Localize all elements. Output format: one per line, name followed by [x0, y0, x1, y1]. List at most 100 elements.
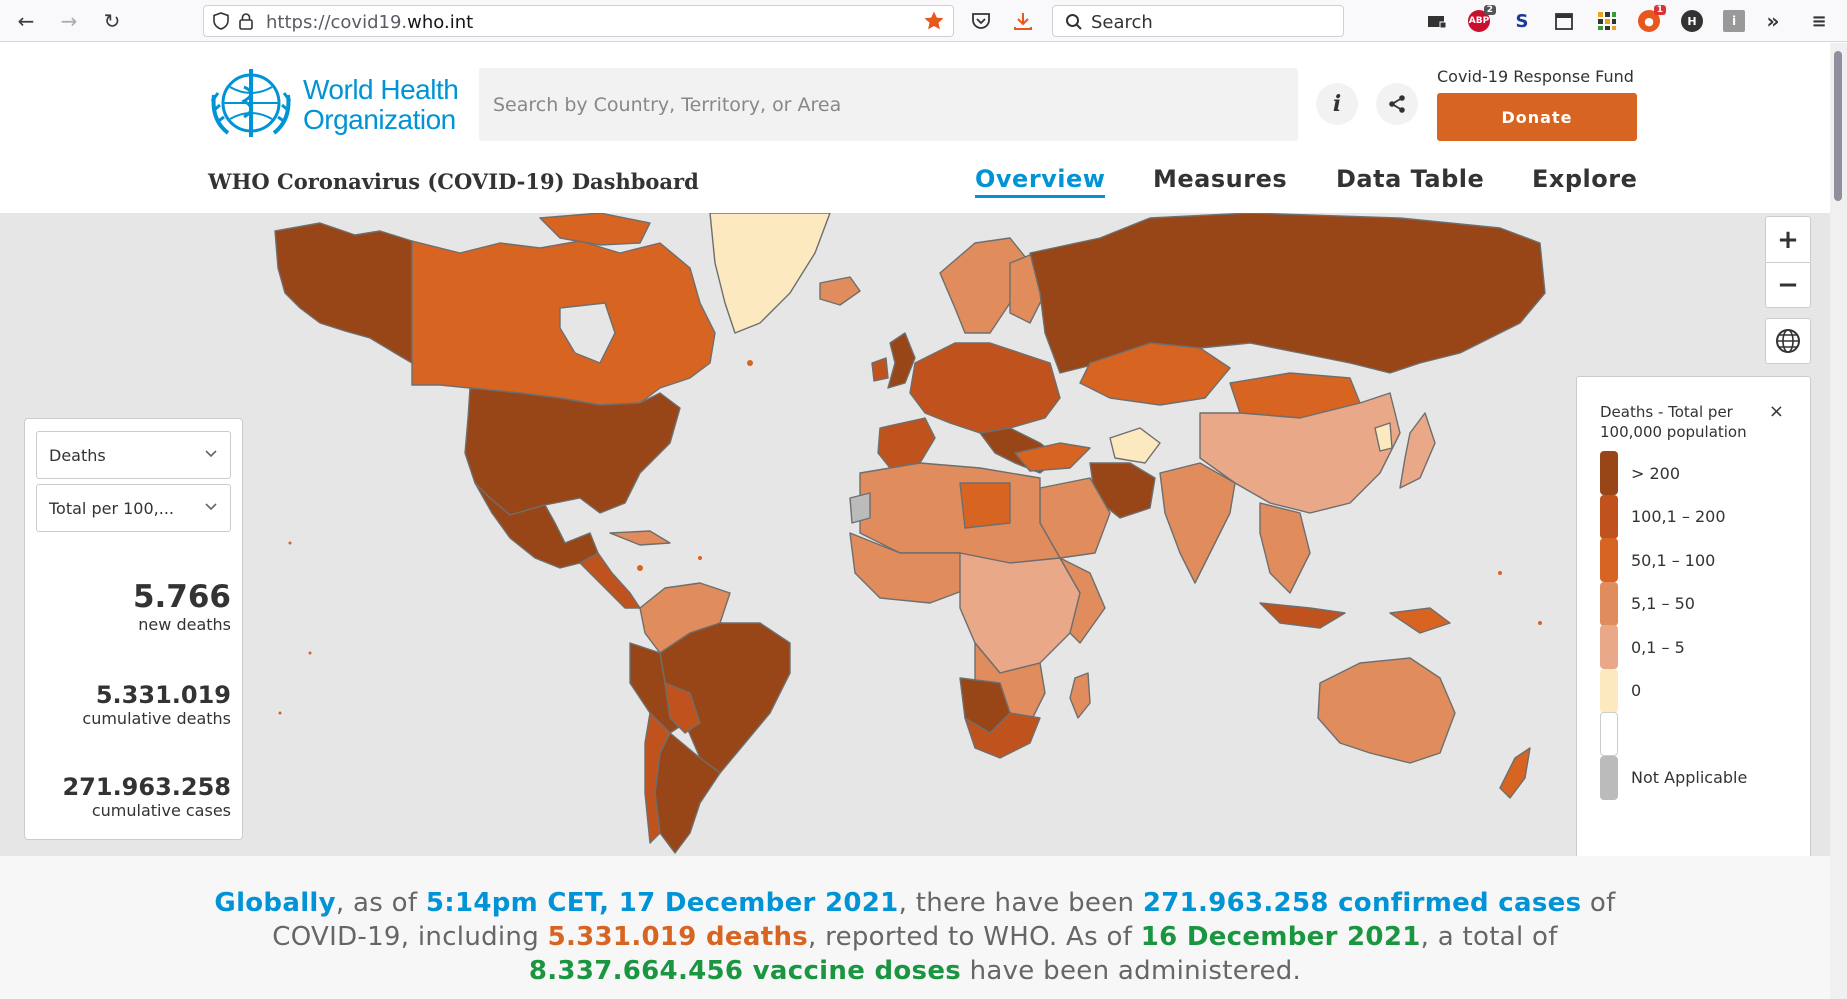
country-canada-arctic[interactable]	[539, 213, 651, 246]
country-north-africa[interactable]	[859, 462, 1061, 564]
nav-tab-measures[interactable]: Measures	[1153, 165, 1287, 193]
country-search	[479, 68, 1298, 141]
country-russia[interactable]	[1029, 213, 1546, 374]
metric-select[interactable]: Deaths	[36, 431, 231, 479]
who-logo[interactable]: World Health Organization	[208, 65, 464, 143]
nav-tab-data-table[interactable]: Data Table	[1336, 165, 1484, 193]
legend-swatch	[1600, 494, 1618, 539]
legend-close-icon[interactable]: ×	[1769, 401, 1784, 422]
new-deaths-stat: 5.766 new deaths	[132, 579, 231, 634]
country-indonesia[interactable]	[1259, 602, 1346, 629]
legend-swatch	[1600, 668, 1618, 713]
legend-item: 0,1 – 5	[1600, 623, 1685, 671]
back-arrow-icon[interactable]: ←	[12, 8, 40, 34]
legend-label: Not Applicable	[1631, 768, 1748, 787]
download-icon[interactable]	[1012, 10, 1034, 32]
s-extension-icon[interactable]: S	[1511, 10, 1533, 32]
nav-tab-explore[interactable]: Explore	[1532, 165, 1637, 193]
zoom-controls: + −	[1765, 216, 1811, 308]
country-alaska[interactable]	[274, 222, 413, 364]
legend-swatch	[1600, 451, 1618, 495]
country-western-europe[interactable]	[909, 342, 1061, 434]
reload-icon[interactable]: ↻	[98, 8, 126, 34]
country-cuba[interactable]	[609, 530, 671, 546]
legend-label: > 200	[1631, 463, 1681, 483]
lock-icon	[239, 13, 253, 30]
info-extension-icon[interactable]: i	[1723, 10, 1745, 32]
summary-text: Globally, as of 5:14pm CET, 17 December …	[214, 888, 1616, 986]
hamburger-menu-icon[interactable]: ≡	[1808, 10, 1830, 32]
chevron-down-icon	[205, 450, 217, 458]
response-fund-label: Covid-19 Response Fund	[1437, 67, 1634, 86]
pocket-icon[interactable]	[970, 10, 992, 32]
who-logo-text: World Health Organization	[303, 74, 459, 135]
browser-toolbar: ← → ↻ https://covid19.who.int Search ABP…	[0, 0, 1847, 42]
overflow-chevrons-icon[interactable]: »	[1762, 9, 1784, 33]
country-madagascar[interactable]	[1069, 672, 1091, 719]
country-japan[interactable]	[1399, 412, 1436, 489]
url-text: https://covid19.who.int	[266, 12, 474, 33]
country-australia[interactable]	[1317, 657, 1456, 764]
country-papua[interactable]	[1389, 607, 1451, 634]
legend-swatch	[1600, 712, 1618, 756]
search-icon	[1066, 14, 1082, 30]
legend-swatch	[1600, 581, 1618, 626]
adblock-icon[interactable]: ABP 2	[1468, 5, 1496, 32]
legend-title: Deaths - Total per 100,000 population	[1600, 403, 1747, 441]
cumulative-deaths-stat: 5.331.019 cumulative deaths	[82, 681, 231, 728]
browser-search-box[interactable]: Search	[1052, 5, 1344, 37]
country-iberia[interactable]	[877, 417, 936, 469]
browser-search-label: Search	[1091, 12, 1153, 33]
choropleth-map[interactable]	[0, 213, 1830, 856]
legend-swatch	[1600, 755, 1618, 800]
info-button[interactable]: i	[1316, 83, 1358, 125]
share-button[interactable]	[1376, 83, 1418, 125]
map-legend: Deaths - Total per 100,000 population × …	[1576, 376, 1811, 856]
h-extension-icon[interactable]: H	[1681, 10, 1703, 32]
bookmark-star-icon[interactable]	[923, 10, 945, 32]
country-libya[interactable]	[959, 482, 1011, 529]
dashboard-title: WHO Coronavirus (COVID-19) Dashboard	[208, 169, 699, 194]
legend-item: Not Applicable	[1600, 754, 1747, 802]
address-bar[interactable]: https://covid19.who.int	[203, 5, 954, 37]
shield-icon	[213, 12, 229, 30]
measure-select[interactable]: Total per 100,...	[36, 484, 231, 532]
legend-item: > 200	[1600, 449, 1680, 497]
country-new-zealand[interactable]	[1499, 747, 1531, 799]
country-greenland[interactable]	[709, 213, 831, 334]
legend-item: 50,1 – 100	[1600, 536, 1715, 584]
grid-extension-icon[interactable]	[1596, 10, 1618, 32]
country-iceland[interactable]	[819, 276, 861, 306]
country-central-america[interactable]	[579, 552, 641, 609]
site-header: World Health Organization i Covid-19 Res…	[0, 43, 1830, 213]
country-southeast-asia[interactable]	[1259, 502, 1311, 594]
notification-extension-icon[interactable]: ● 1	[1638, 5, 1666, 32]
country-western-sahara[interactable]	[849, 492, 871, 524]
zoom-out-button[interactable]: −	[1766, 262, 1810, 307]
country-search-input[interactable]	[479, 68, 1298, 141]
country-uk[interactable]	[887, 332, 916, 389]
country-india[interactable]	[1159, 462, 1236, 584]
country-turkmenistan[interactable]	[1109, 427, 1161, 464]
country-usa[interactable]	[464, 387, 681, 516]
globe-button[interactable]	[1765, 318, 1811, 364]
legend-label: 0	[1631, 681, 1642, 700]
page-scrollbar[interactable]	[1830, 43, 1847, 999]
scroll-thumb[interactable]	[1834, 51, 1842, 201]
world-map[interactable]: + − Deaths Total per 100,... 5.766 new d…	[0, 213, 1830, 856]
nav-tab-overview[interactable]: Overview	[975, 165, 1106, 198]
forward-arrow-icon[interactable]: →	[55, 8, 83, 34]
extension-folder-icon[interactable]	[1426, 10, 1448, 32]
globe-icon	[1776, 329, 1800, 353]
global-summary: Globally, as of 5:14pm CET, 17 December …	[0, 856, 1830, 999]
legend-label: 100,1 – 200	[1631, 507, 1726, 526]
stats-panel: Deaths Total per 100,... 5.766 new death…	[24, 418, 243, 840]
country-ireland[interactable]	[871, 357, 889, 382]
share-icon	[1389, 95, 1405, 113]
cumulative-cases-stat: 271.963.258 cumulative cases	[62, 773, 231, 820]
legend-label: 0,1 – 5	[1631, 637, 1685, 657]
legend-item	[1600, 710, 1631, 758]
donate-button[interactable]: Donate	[1437, 93, 1637, 141]
calendar-icon[interactable]	[1553, 10, 1575, 32]
zoom-in-button[interactable]: +	[1766, 217, 1810, 262]
